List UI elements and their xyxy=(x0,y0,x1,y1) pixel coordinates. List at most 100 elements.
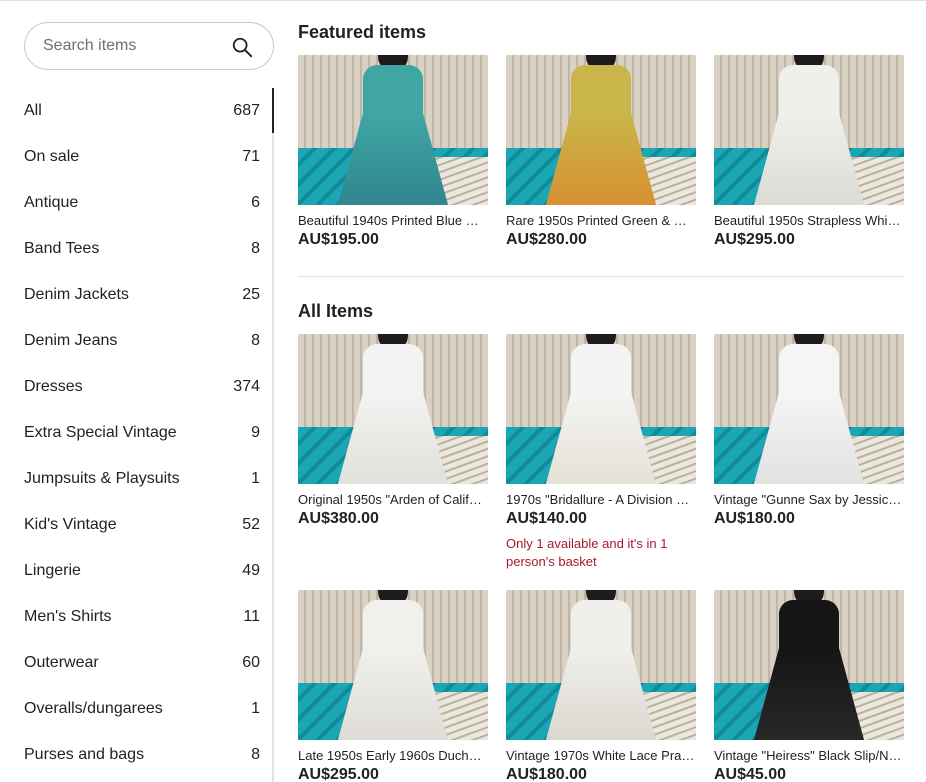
product-title[interactable]: Rare 1950s Printed Green & Gold Cotton D… xyxy=(506,213,696,228)
product-title[interactable]: 1970s "Bridallure - A Division of Alfred… xyxy=(506,492,696,507)
category-label: Purses and bags xyxy=(24,746,145,763)
category-label: On sale xyxy=(24,148,80,165)
category-item[interactable]: Kid's Vintage 52 xyxy=(24,502,274,548)
category-label: Overalls/dungarees xyxy=(24,700,163,717)
category-item[interactable]: Denim Jackets 25 xyxy=(24,272,274,318)
product-price: AU$295.00 xyxy=(714,231,795,248)
product-price: AU$180.00 xyxy=(506,766,587,782)
category-label: Denim Jeans xyxy=(24,332,118,349)
product-price: AU$45.00 xyxy=(714,766,787,782)
category-count: 60 xyxy=(242,654,260,671)
category-count: 25 xyxy=(242,286,260,303)
category-item[interactable]: Purses and bags 8 xyxy=(24,732,274,778)
product-price: AU$195.00 xyxy=(298,231,379,248)
category-count: 8 xyxy=(251,746,260,763)
category-item[interactable]: Outerwear 60 xyxy=(24,640,274,686)
garment-bodice xyxy=(779,600,839,652)
featured-grid: Beautiful 1940s Printed Blue Rayon Day D… xyxy=(298,55,904,255)
product-image[interactable] xyxy=(298,590,488,740)
category-count: 8 xyxy=(251,240,260,257)
garment-bodice xyxy=(571,65,631,117)
section-divider xyxy=(298,276,904,277)
product-image[interactable] xyxy=(714,590,904,740)
search-box xyxy=(24,22,274,70)
product-title[interactable]: Beautiful 1950s Strapless White Lace Gow… xyxy=(714,213,904,228)
category-label: Extra Special Vintage xyxy=(24,424,177,441)
category-rail xyxy=(272,88,274,782)
category-count: 687 xyxy=(233,102,260,119)
category-item[interactable]: Jumpsuits & Playsuits 1 xyxy=(24,456,274,502)
category-count: 374 xyxy=(233,378,260,395)
product-title[interactable]: Original 1950s "Arden of California" Wed… xyxy=(298,492,488,507)
category-item[interactable]: Band Tees 8 xyxy=(24,226,274,272)
category-label: Kid's Vintage xyxy=(24,516,117,533)
product-title[interactable]: Late 1950s Early 1960s Duchess Satin Wed… xyxy=(298,748,488,763)
product-card[interactable]: Vintage "Heiress" Black Slip/Nightgown AU… xyxy=(714,590,904,782)
product-price: AU$140.00 xyxy=(506,510,587,527)
garment-bodice xyxy=(779,344,839,396)
category-item[interactable]: Dresses 374 xyxy=(24,364,274,410)
product-price: AU$380.00 xyxy=(298,510,379,527)
product-card[interactable]: Original 1950s "Arden of California" Wed… xyxy=(298,334,488,528)
product-card[interactable]: Vintage "Gunne Sax by Jessica McClintock… xyxy=(714,334,904,528)
product-title[interactable]: Vintage "Gunne Sax by Jessica McClintock… xyxy=(714,492,904,507)
category-label: Dresses xyxy=(24,378,83,395)
product-title[interactable]: Vintage "Heiress" Black Slip/Nightgown xyxy=(714,748,904,763)
all-items-grid: Original 1950s "Arden of California" Wed… xyxy=(298,334,904,782)
product-image[interactable] xyxy=(714,55,904,205)
category-item[interactable]: Denim Jeans 8 xyxy=(24,318,274,364)
category-count: 6 xyxy=(251,194,260,211)
category-item[interactable]: All 687 xyxy=(24,88,274,134)
product-price: AU$295.00 xyxy=(298,766,379,782)
product-card[interactable]: Rare 1950s Printed Green & Gold Cotton D… xyxy=(506,55,696,249)
product-title[interactable]: Vintage 1970s White Lace Prairie Wedding… xyxy=(506,748,696,763)
category-item[interactable]: Overalls/dungarees 1 xyxy=(24,686,274,732)
category-count: 11 xyxy=(243,608,260,625)
product-image[interactable] xyxy=(298,55,488,205)
category-list: All 687 On sale 71 Antique 6 Band Tees 8 Denim J… xyxy=(24,88,274,778)
category-label: Men's Shirts xyxy=(24,608,112,625)
category-count: 8 xyxy=(251,332,260,349)
category-label: Jumpsuits & Playsuits xyxy=(24,470,180,487)
product-image[interactable] xyxy=(506,55,696,205)
category-item[interactable]: Men's Shirts 11 xyxy=(24,594,274,640)
garment-bodice xyxy=(571,600,631,652)
category-count: 1 xyxy=(251,700,260,717)
category-label: All xyxy=(24,102,42,119)
category-label: Antique xyxy=(24,194,79,211)
category-count: 49 xyxy=(242,562,260,579)
category-active-indicator xyxy=(272,88,274,133)
product-image[interactable] xyxy=(506,334,696,484)
garment-bodice xyxy=(363,65,423,117)
category-label: Lingerie xyxy=(24,562,81,579)
search-input[interactable] xyxy=(43,35,223,57)
product-card[interactable]: Late 1950s Early 1960s Duchess Satin Wed… xyxy=(298,590,488,782)
product-price: AU$280.00 xyxy=(506,231,587,248)
garment-bodice xyxy=(363,600,423,652)
stock-notice: Only 1 available and it's in 1 person's … xyxy=(506,536,668,569)
product-card[interactable]: Vintage 1970s White Lace Prairie Wedding… xyxy=(506,590,696,782)
category-count: 9 xyxy=(251,424,260,441)
search-icon[interactable] xyxy=(231,36,253,58)
product-image[interactable] xyxy=(506,590,696,740)
product-image[interactable] xyxy=(714,334,904,484)
featured-heading: Featured items xyxy=(298,22,427,42)
garment-bodice xyxy=(571,344,631,396)
category-count: 52 xyxy=(242,516,260,533)
category-item[interactable]: On sale 71 xyxy=(24,134,274,180)
product-card[interactable]: Beautiful 1940s Printed Blue Rayon Day D… xyxy=(298,55,488,249)
category-item[interactable]: Extra Special Vintage 9 xyxy=(24,410,274,456)
product-image[interactable] xyxy=(298,334,488,484)
category-item[interactable]: Antique 6 xyxy=(24,180,274,226)
sidebar: All687On sale71Antique6Band Tees8Denim J… xyxy=(0,0,274,782)
product-card[interactable]: Beautiful 1950s Strapless White Lace Gow… xyxy=(714,55,904,249)
category-count: 1 xyxy=(251,470,260,487)
category-label: Denim Jackets xyxy=(24,286,129,303)
garment-bodice xyxy=(363,344,423,396)
category-count: 71 xyxy=(242,148,260,165)
all-items-heading: All Items xyxy=(298,301,374,321)
product-card[interactable]: 1970s "Bridallure - A Division of Alfred… xyxy=(506,334,696,571)
product-title[interactable]: Beautiful 1940s Printed Blue Rayon Day D… xyxy=(298,213,488,228)
garment-bodice xyxy=(779,65,839,117)
category-item[interactable]: Lingerie 49 xyxy=(24,548,274,594)
